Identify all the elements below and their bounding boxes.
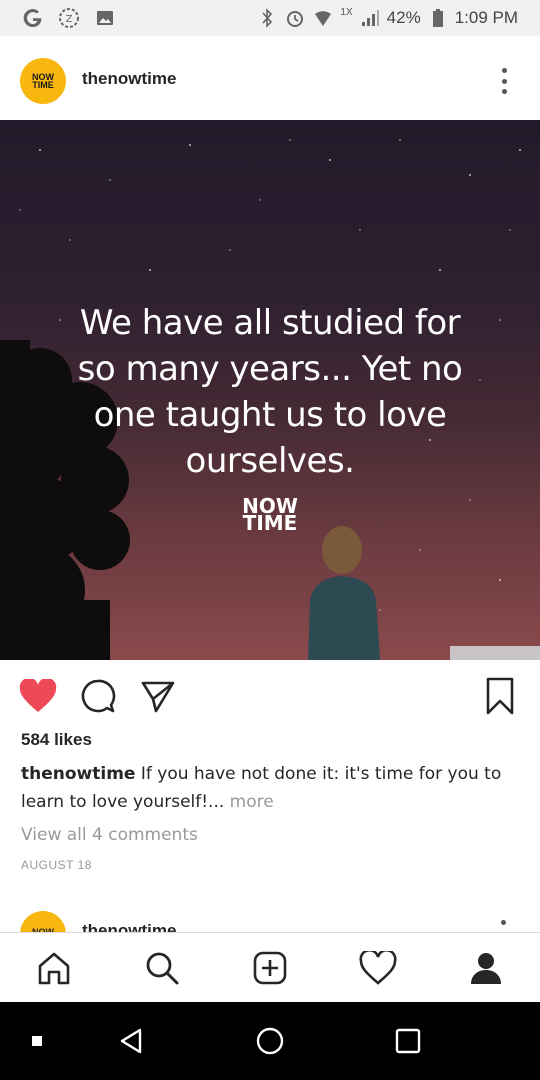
post-header: NOW TIME thenowtime <box>0 36 540 120</box>
battery-icon <box>427 7 449 29</box>
alarm-icon <box>284 7 306 29</box>
bookmark-icon[interactable] <box>480 676 520 716</box>
activity-icon[interactable] <box>354 944 402 992</box>
wifi-icon <box>312 7 334 29</box>
share-icon[interactable] <box>138 676 178 716</box>
view-all-comments-link[interactable]: View all 4 comments <box>21 825 198 845</box>
google-icon <box>22 7 44 29</box>
more-options-icon[interactable] <box>492 66 516 96</box>
roof-silhouette <box>450 646 540 660</box>
avatar[interactable]: NOW TIME <box>20 58 66 104</box>
post-username[interactable]: thenowtime <box>82 69 176 89</box>
badge-icon: Z <box>58 7 80 29</box>
post-actions <box>0 660 540 730</box>
signal-icon <box>359 7 381 29</box>
next-post-avatar[interactable]: NOW <box>20 911 66 933</box>
next-post-more-icon[interactable] <box>501 920 506 925</box>
profile-icon[interactable] <box>462 944 510 992</box>
search-icon[interactable] <box>138 944 186 992</box>
home-icon[interactable] <box>30 944 78 992</box>
battery-percent: 42% <box>386 8 421 27</box>
gallery-icon <box>94 7 116 29</box>
add-icon[interactable] <box>246 944 294 992</box>
square-dot-icon[interactable] <box>22 1026 52 1056</box>
likes-count[interactable]: 584 likes <box>21 730 92 750</box>
post-image[interactable]: We have all studied for so many years...… <box>0 120 540 660</box>
post-caption: thenowtime If you have not done it: it's… <box>21 760 521 816</box>
heart-icon[interactable] <box>18 676 58 716</box>
person-silhouette <box>308 526 380 660</box>
post-quote-text: We have all studied for so many years...… <box>77 303 463 481</box>
system-navigation-bar <box>0 1002 540 1080</box>
recents-icon[interactable] <box>393 1026 423 1056</box>
network-type: 1X <box>340 6 353 18</box>
avatar-text-line2: TIME <box>32 80 54 90</box>
clock: 1:09 PM <box>454 8 518 27</box>
comment-icon[interactable] <box>78 676 118 716</box>
bottom-navigation <box>0 932 540 1002</box>
logo-line2: TIME <box>242 511 298 535</box>
post-date: AUGUST 18 <box>21 858 92 872</box>
now-time-logo: NOW TIME <box>240 496 300 535</box>
svg-text:Z: Z <box>66 14 73 25</box>
caption-more-link[interactable]: more <box>224 792 274 812</box>
bluetooth-icon <box>256 7 278 29</box>
home-circle-icon[interactable] <box>255 1026 285 1056</box>
status-bar: Z 1X 42% 1:09 PM <box>0 0 540 36</box>
back-icon[interactable] <box>116 1026 146 1056</box>
caption-username[interactable]: thenowtime <box>21 764 135 784</box>
next-post-header: NOW thenowtime <box>0 905 540 933</box>
